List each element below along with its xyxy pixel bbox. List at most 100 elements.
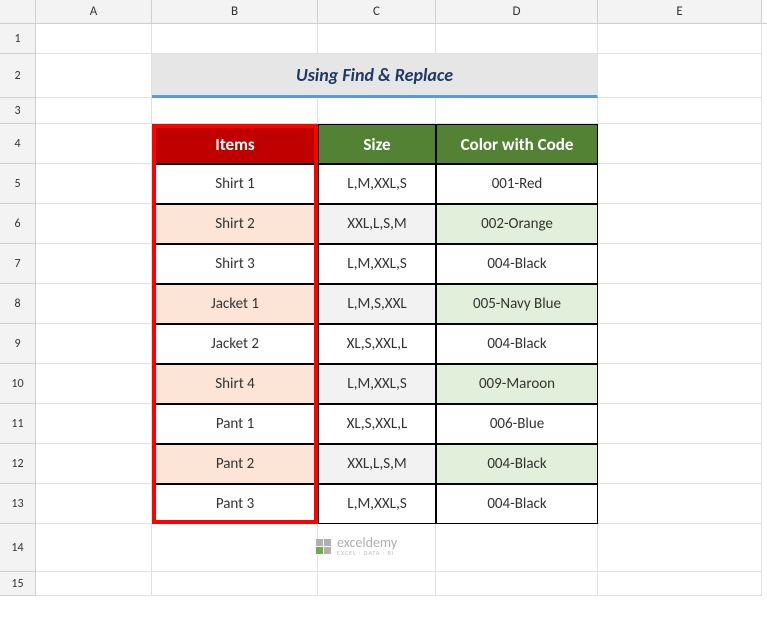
row-header-2[interactable]: 2 xyxy=(0,54,36,98)
row-header-10[interactable]: 10 xyxy=(0,364,36,404)
row-header-11[interactable]: 11 xyxy=(0,404,36,444)
cell-d14[interactable] xyxy=(436,524,598,572)
cell-item-10[interactable]: Shirt 4 xyxy=(152,364,318,404)
cell-size-5[interactable]: L,M,XXL,S xyxy=(318,164,436,204)
cell-a5[interactable] xyxy=(36,164,152,204)
cell-color-13[interactable]: 004-Black xyxy=(436,484,598,524)
cell-a12[interactable] xyxy=(36,444,152,484)
cell-e6[interactable] xyxy=(598,204,762,244)
cell-color-11[interactable]: 006-Blue xyxy=(436,404,598,444)
cell-e12[interactable] xyxy=(598,444,762,484)
cell-item-9[interactable]: Jacket 2 xyxy=(152,324,318,364)
watermark-logo-icon xyxy=(316,539,331,554)
cell-size-11[interactable]: XL,S,XXL,L xyxy=(318,404,436,444)
row-header-3[interactable]: 3 xyxy=(0,98,36,124)
spreadsheet: A B C D E 1 2 3 4 5 6 7 8 9 10 11 12 13 … xyxy=(0,0,767,617)
cell-c15[interactable] xyxy=(318,572,436,596)
cell-e5[interactable] xyxy=(598,164,762,204)
cell-d3[interactable] xyxy=(436,98,598,124)
cell-d15[interactable] xyxy=(436,572,598,596)
cell-size-8[interactable]: L,M,S,XXL xyxy=(318,284,436,324)
cell-size-6[interactable]: XXL,L,S,M xyxy=(318,204,436,244)
cell-size-9[interactable]: XL,S,XXL,L xyxy=(318,324,436,364)
cell-c3[interactable] xyxy=(318,98,436,124)
cell-a15[interactable] xyxy=(36,572,152,596)
row-header-4[interactable]: 4 xyxy=(0,124,36,164)
row-header-15[interactable]: 15 xyxy=(0,572,36,596)
watermark-text: exceldemy EXCEL · DATA · BI xyxy=(337,536,397,556)
cell-size-12[interactable]: XXL,L,S,M xyxy=(318,444,436,484)
cell-item-5[interactable]: Shirt 1 xyxy=(152,164,318,204)
title-cell[interactable]: Using Find & Replace xyxy=(152,54,598,98)
cell-b3[interactable] xyxy=(152,98,318,124)
row-header-6[interactable]: 6 xyxy=(0,204,36,244)
cell-a4[interactable] xyxy=(36,124,152,164)
cell-e3[interactable] xyxy=(598,98,762,124)
cell-b14[interactable] xyxy=(152,524,318,572)
watermark-tagline: EXCEL · DATA · BI xyxy=(337,550,397,556)
cell-a10[interactable] xyxy=(36,364,152,404)
cell-color-10[interactable]: 009-Maroon xyxy=(436,364,598,404)
cell-a8[interactable] xyxy=(36,284,152,324)
cell-d1[interactable] xyxy=(436,24,598,54)
col-header-a[interactable]: A xyxy=(36,0,152,23)
cell-size-7[interactable]: L,M,XXL,S xyxy=(318,244,436,284)
cell-color-9[interactable]: 004-Black xyxy=(436,324,598,364)
cell-a11[interactable] xyxy=(36,404,152,444)
cell-e7[interactable] xyxy=(598,244,762,284)
cell-c1[interactable] xyxy=(318,24,436,54)
cell-a1[interactable] xyxy=(36,24,152,54)
cell-e11[interactable] xyxy=(598,404,762,444)
cell-color-7[interactable]: 004-Black xyxy=(436,244,598,284)
cell-size-10[interactable]: L,M,XXL,S xyxy=(318,364,436,404)
cell-b15[interactable] xyxy=(152,572,318,596)
cell-a6[interactable] xyxy=(36,204,152,244)
cell-color-6[interactable]: 002-Orange xyxy=(436,204,598,244)
cell-item-12[interactable]: Pant 2 xyxy=(152,444,318,484)
cell-e14[interactable] xyxy=(598,524,762,572)
cell-b1[interactable] xyxy=(152,24,318,54)
row-header-14[interactable]: 14 xyxy=(0,524,36,572)
col-header-d[interactable]: D xyxy=(436,0,598,23)
row-headers: 1 2 3 4 5 6 7 8 9 10 11 12 13 14 15 xyxy=(0,24,36,596)
header-size[interactable]: Size xyxy=(318,124,436,164)
row-header-1[interactable]: 1 xyxy=(0,24,36,54)
col-header-e[interactable]: E xyxy=(598,0,762,23)
col-header-c[interactable]: C xyxy=(318,0,436,23)
col-header-b[interactable]: B xyxy=(152,0,318,23)
cell-item-13[interactable]: Pant 3 xyxy=(152,484,318,524)
column-headers: A B C D E xyxy=(0,0,767,24)
cell-size-13[interactable]: L,M,XXL,S xyxy=(318,484,436,524)
cell-e4[interactable] xyxy=(598,124,762,164)
cell-color-5[interactable]: 001-Red xyxy=(436,164,598,204)
row-header-13[interactable]: 13 xyxy=(0,484,36,524)
cell-a13[interactable] xyxy=(36,484,152,524)
cell-a14[interactable] xyxy=(36,524,152,572)
cells-area: Using Find & Replace Items Size Color wi… xyxy=(36,24,767,596)
cell-e9[interactable] xyxy=(598,324,762,364)
cell-item-11[interactable]: Pant 1 xyxy=(152,404,318,444)
cell-a9[interactable] xyxy=(36,324,152,364)
cell-color-8[interactable]: 005-Navy Blue xyxy=(436,284,598,324)
row-header-9[interactable]: 9 xyxy=(0,324,36,364)
cell-a7[interactable] xyxy=(36,244,152,284)
header-color[interactable]: Color with Code xyxy=(436,124,598,164)
cell-item-7[interactable]: Shirt 3 xyxy=(152,244,318,284)
cell-e2[interactable] xyxy=(598,54,762,98)
cell-item-8[interactable]: Jacket 1 xyxy=(152,284,318,324)
row-header-8[interactable]: 8 xyxy=(0,284,36,324)
cell-e10[interactable] xyxy=(598,364,762,404)
cell-color-12[interactable]: 004-Black xyxy=(436,444,598,484)
cell-a3[interactable] xyxy=(36,98,152,124)
cell-e13[interactable] xyxy=(598,484,762,524)
cell-e1[interactable] xyxy=(598,24,762,54)
cell-e8[interactable] xyxy=(598,284,762,324)
row-header-7[interactable]: 7 xyxy=(0,244,36,284)
row-header-5[interactable]: 5 xyxy=(0,164,36,204)
cell-e15[interactable] xyxy=(598,572,762,596)
header-items[interactable]: Items xyxy=(152,124,318,164)
row-header-12[interactable]: 12 xyxy=(0,444,36,484)
watermark-brand: exceldemy xyxy=(337,536,397,550)
cell-item-6[interactable]: Shirt 2 xyxy=(152,204,318,244)
cell-a2[interactable] xyxy=(36,54,152,98)
